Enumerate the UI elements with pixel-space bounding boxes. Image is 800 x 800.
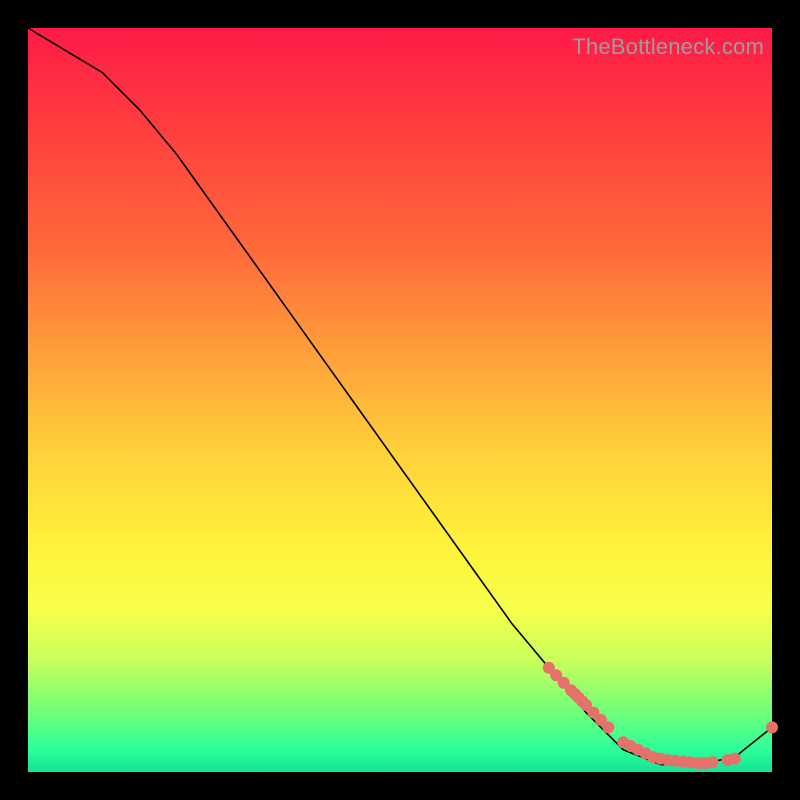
plot-area: TheBottleneck.com — [28, 28, 772, 772]
chart-overlay — [28, 28, 772, 772]
chart-frame: TheBottleneck.com — [0, 0, 800, 800]
data-point — [602, 721, 614, 733]
data-point — [729, 753, 741, 765]
data-point — [576, 695, 588, 707]
bottleneck-curve — [28, 28, 772, 765]
highlighted-dots — [543, 662, 778, 769]
data-point — [707, 756, 719, 768]
data-point — [766, 721, 778, 733]
